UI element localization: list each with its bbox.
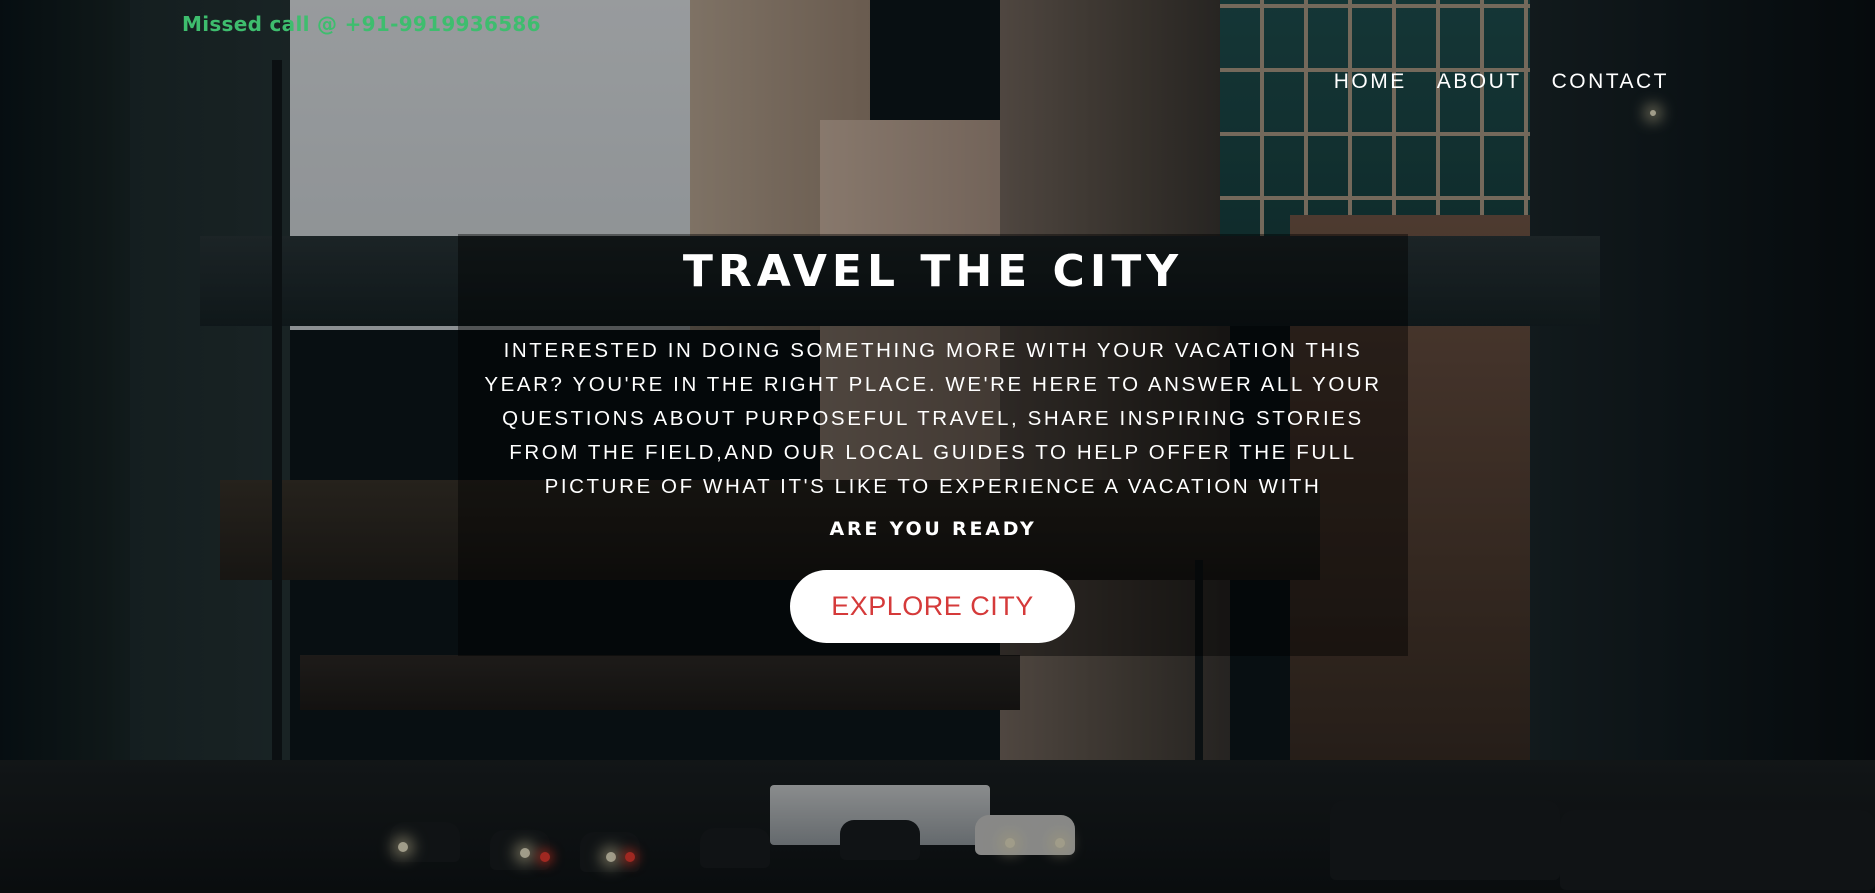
main-nav: HOME ABOUT CONTACT — [1334, 70, 1669, 94]
hero-title: TRAVEL THE CITY — [682, 246, 1184, 297]
explore-city-button[interactable]: EXPLORE CITY — [790, 570, 1075, 643]
hero-panel: TRAVEL THE CITY INTERESTED IN DOING SOME… — [458, 234, 1408, 656]
missed-call-phone: Missed call @ +91-9919936586 — [182, 12, 541, 36]
hero-description: INTERESTED IN DOING SOMETHING MORE WITH … — [484, 339, 1382, 498]
nav-contact-link[interactable]: CONTACT — [1552, 70, 1669, 94]
nav-home-link[interactable]: HOME — [1334, 70, 1407, 94]
hero-subheading: ARE YOU READY — [829, 518, 1037, 540]
nav-about-link[interactable]: ABOUT — [1437, 70, 1522, 94]
